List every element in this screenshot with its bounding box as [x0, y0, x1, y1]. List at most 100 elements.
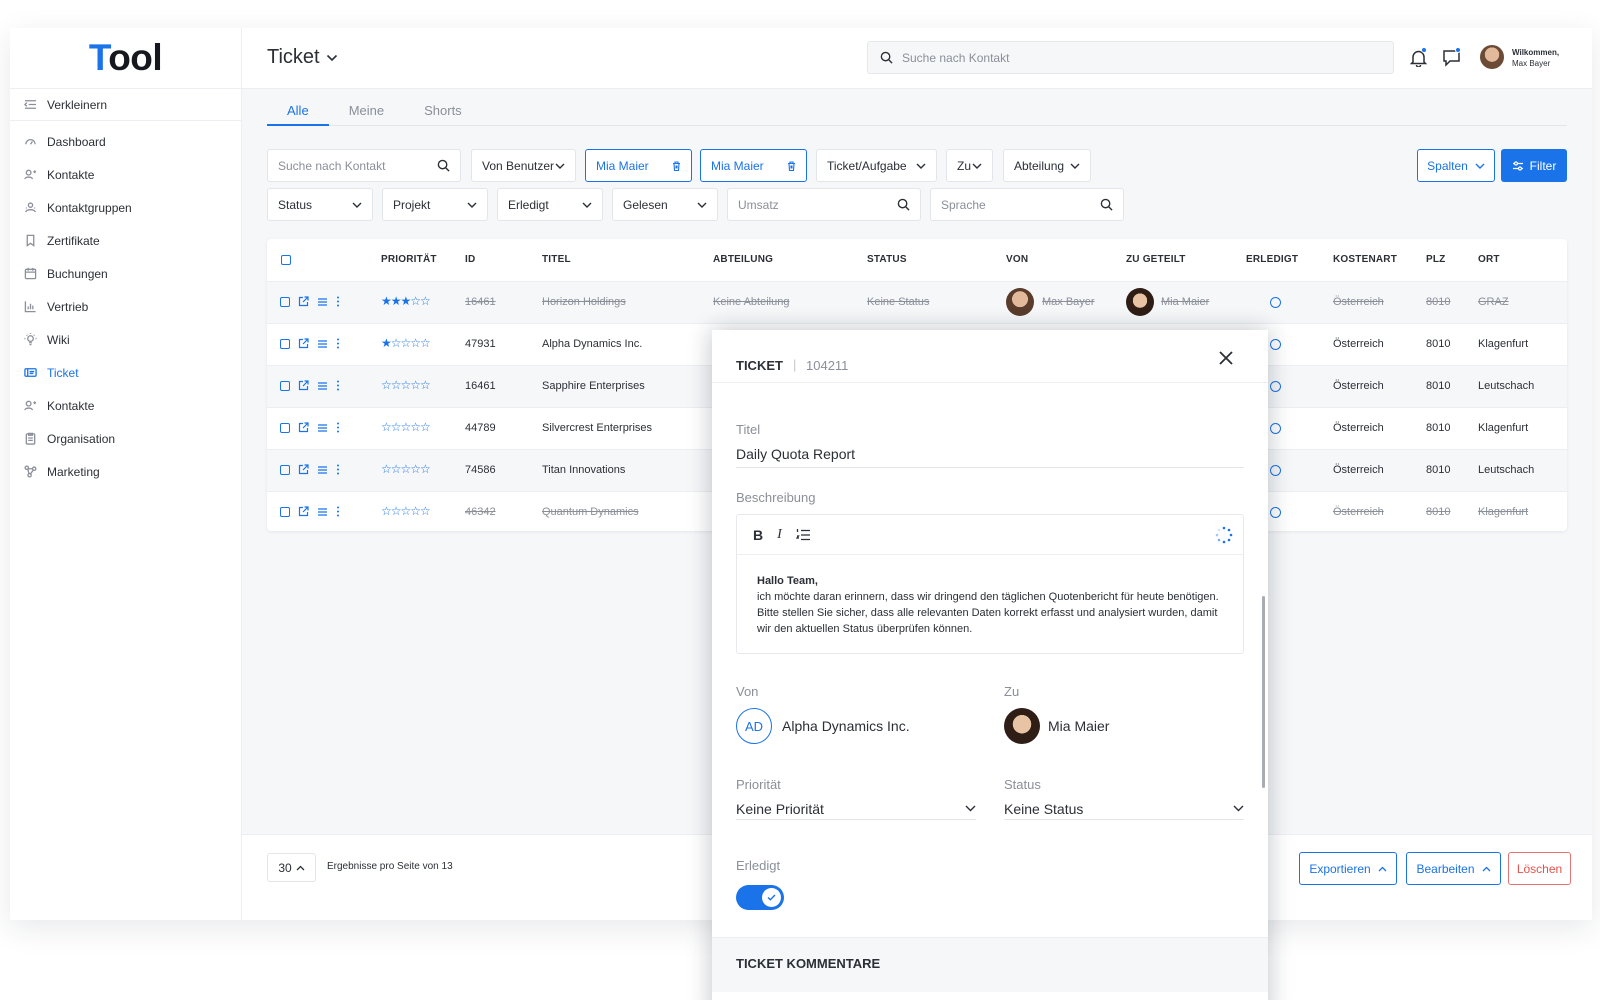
titel-field[interactable]: Daily Quota Report — [736, 446, 855, 462]
contact-search-field[interactable] — [267, 149, 461, 182]
external-link-icon[interactable] — [298, 506, 309, 517]
ticket-aufgabe-select[interactable]: Ticket/Aufgabe — [816, 149, 937, 182]
menu-lines-icon[interactable] — [317, 297, 328, 307]
done-icon[interactable] — [1270, 297, 1281, 308]
row-checkbox[interactable] — [280, 464, 290, 475]
more-vertical-icon[interactable] — [336, 296, 340, 307]
editor-content[interactable]: Hallo Team, ich möchte daran erinnern, d… — [737, 555, 1243, 655]
sidebar-item-kontaktgruppen[interactable]: Kontaktgruppen — [10, 191, 241, 224]
priority-stars[interactable]: ☆☆☆☆☆ — [381, 504, 431, 518]
external-link-icon[interactable] — [298, 338, 309, 349]
umsatz-search-field[interactable] — [727, 188, 921, 221]
trash-icon[interactable] — [787, 160, 796, 171]
more-vertical-icon[interactable] — [336, 422, 340, 433]
projekt-select[interactable]: Projekt — [382, 188, 488, 221]
table-row[interactable]: ★★★☆☆ 16461 Horizon Holdings Keine Abtei… — [267, 281, 1567, 323]
sidebar-item-kontakte-2[interactable]: Kontakte — [10, 389, 241, 422]
user-chip-2[interactable]: Mia Maier — [700, 149, 807, 182]
umsatz-input[interactable] — [738, 197, 878, 212]
prioritaet-select[interactable]: Keine Priorität — [736, 798, 976, 820]
column-header-zu-geteilt[interactable]: ZU GETEILT — [1126, 254, 1186, 265]
user-avatar[interactable] — [1480, 45, 1504, 69]
more-vertical-icon[interactable] — [336, 506, 340, 517]
contact-search-input[interactable] — [278, 158, 418, 173]
sidebar-item-wiki[interactable]: Wiki — [10, 323, 241, 356]
user-welcome[interactable]: Wilkommen, Max Bayer — [1512, 47, 1559, 69]
priority-stars[interactable]: ★☆☆☆☆ — [381, 336, 431, 350]
row-checkbox[interactable] — [280, 506, 290, 517]
more-vertical-icon[interactable] — [336, 338, 340, 349]
row-checkbox[interactable] — [280, 296, 290, 307]
external-link-icon[interactable] — [298, 422, 309, 433]
column-header-von[interactable]: VON — [1006, 254, 1028, 265]
sprache-input[interactable] — [941, 197, 1081, 212]
sidebar-item-zertifikate[interactable]: Zertifikate — [10, 224, 241, 257]
menu-lines-icon[interactable] — [317, 381, 328, 391]
gelesen-select[interactable]: Gelesen — [612, 188, 718, 221]
column-header-prioritaet[interactable]: PRIORITÄT — [381, 254, 437, 265]
column-header-plz[interactable]: PLZ — [1426, 254, 1446, 265]
per-page-select[interactable]: 30 — [267, 853, 316, 882]
export-button[interactable]: Exportieren — [1299, 852, 1397, 885]
menu-lines-icon[interactable] — [317, 465, 328, 475]
sidebar-item-marketing[interactable]: Marketing — [10, 455, 241, 488]
priority-stars[interactable]: ☆☆☆☆☆ — [381, 420, 431, 434]
row-checkbox[interactable] — [280, 380, 290, 391]
priority-stars[interactable]: ☆☆☆☆☆ — [381, 462, 431, 476]
select-all-checkbox[interactable] — [281, 255, 291, 265]
spalten-button[interactable]: Spalten — [1417, 149, 1495, 182]
external-link-icon[interactable] — [298, 380, 309, 391]
tab-meine[interactable]: Meine — [329, 102, 404, 126]
zu-select[interactable]: Zu — [946, 149, 993, 182]
von-name[interactable]: Alpha Dynamics Inc. — [782, 718, 910, 734]
more-vertical-icon[interactable] — [336, 464, 340, 475]
column-header-id[interactable]: ID — [465, 254, 475, 265]
done-icon[interactable] — [1270, 339, 1281, 350]
von-benutzer-select[interactable]: Von Benutzer — [471, 149, 576, 182]
sprache-search-field[interactable] — [930, 188, 1124, 221]
zu-name[interactable]: Mia Maier — [1048, 718, 1109, 734]
tab-alle[interactable]: Alle — [267, 102, 329, 126]
column-header-ort[interactable]: ORT — [1478, 254, 1500, 265]
column-header-abteilung[interactable]: ABTEILUNG — [713, 254, 773, 265]
erledigt-select[interactable]: Erledigt — [497, 188, 603, 221]
sidebar-collapse-button[interactable]: Verkleinern — [10, 89, 241, 121]
ordered-list-icon[interactable] — [795, 528, 811, 542]
external-link-icon[interactable] — [298, 464, 309, 475]
page-title-dropdown[interactable]: Ticket — [267, 46, 338, 69]
global-search[interactable] — [867, 41, 1394, 74]
status-select[interactable]: Status — [267, 188, 373, 221]
row-checkbox[interactable] — [280, 338, 290, 349]
row-checkbox[interactable] — [280, 422, 290, 433]
done-icon[interactable] — [1270, 507, 1281, 518]
tab-shorts[interactable]: Shorts — [404, 102, 482, 126]
global-search-input[interactable] — [902, 50, 1362, 65]
sidebar-item-vertrieb[interactable]: Vertrieb — [10, 290, 241, 323]
abteilung-select[interactable]: Abteilung — [1003, 149, 1091, 182]
sidebar-item-kontakte[interactable]: Kontakte — [10, 158, 241, 191]
column-header-erledigt[interactable]: ERLEDIGT — [1246, 254, 1298, 265]
sidebar-item-ticket[interactable]: Ticket — [10, 356, 241, 389]
done-icon[interactable] — [1270, 423, 1281, 434]
status-select[interactable]: Keine Status — [1004, 798, 1244, 820]
bold-button[interactable]: B — [753, 527, 763, 543]
messages-button[interactable] — [1442, 47, 1461, 67]
sidebar-item-buchungen[interactable]: Buchungen — [10, 257, 241, 290]
done-icon[interactable] — [1270, 381, 1281, 392]
edit-button[interactable]: Bearbeiten — [1406, 852, 1501, 885]
panel-scrollbar[interactable] — [1262, 596, 1265, 788]
menu-lines-icon[interactable] — [317, 507, 328, 517]
trash-icon[interactable] — [672, 160, 681, 171]
sidebar-item-dashboard[interactable]: Dashboard — [10, 125, 241, 158]
column-header-titel[interactable]: TITEL — [542, 254, 571, 265]
filter-button[interactable]: Filter — [1501, 149, 1567, 182]
sidebar-item-organisation[interactable]: Organisation — [10, 422, 241, 455]
close-icon[interactable] — [1218, 350, 1234, 366]
user-chip-1[interactable]: Mia Maier — [585, 149, 692, 182]
delete-button[interactable]: Löschen — [1508, 852, 1571, 885]
external-link-icon[interactable] — [298, 296, 309, 307]
priority-stars[interactable]: ★★★☆☆ — [381, 294, 431, 308]
menu-lines-icon[interactable] — [317, 339, 328, 349]
erledigt-toggle[interactable] — [736, 885, 784, 910]
italic-button[interactable]: I — [777, 527, 782, 543]
